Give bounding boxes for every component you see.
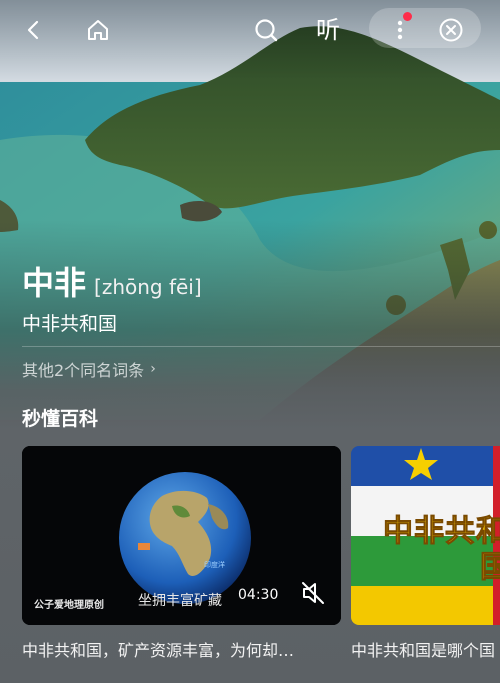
homonyms-label: 其他2个同名词条 <box>22 361 145 380</box>
flag-overlay-text-2: 国 <box>480 550 500 586</box>
video-title[interactable]: 中非共和国，矿产资源丰富，为何却… <box>22 637 294 661</box>
back-button[interactable] <box>18 14 50 46</box>
entry-headword: 中非 <box>22 264 87 302</box>
home-icon <box>88 20 108 40</box>
entry-subtitle: 中非共和国 <box>22 313 118 335</box>
svg-text:印度洋: 印度洋 <box>204 560 225 569</box>
top-bar: 听 <box>0 0 500 60</box>
video-title[interactable]: 中非共和国是哪个国 <box>351 637 495 661</box>
search-button[interactable] <box>250 14 282 46</box>
video-watermark: 公子爱地理原创 <box>34 600 104 611</box>
notification-dot <box>403 12 412 21</box>
close-button[interactable] <box>435 14 467 46</box>
entry-pinyin: [zhōng fēi] <box>94 275 202 299</box>
close-circle-icon <box>439 18 463 42</box>
video-duration: 04:30 <box>238 587 279 603</box>
mute-button[interactable] <box>300 580 326 606</box>
chevron-right-icon: › <box>150 361 156 377</box>
home-button[interactable] <box>82 14 114 46</box>
chevron-left-icon <box>27 20 39 40</box>
homonyms-link[interactable]: 其他2个同名词条 › <box>22 357 156 381</box>
mute-icon <box>302 582 324 604</box>
listen-button[interactable]: 听 <box>316 14 340 46</box>
section-title: 秒懂百科 <box>22 408 99 430</box>
video-caption: 坐拥丰富矿藏 <box>138 593 222 609</box>
entry-title: 中非 [zhōng fēi] <box>22 258 202 304</box>
video-card[interactable]: 中非共和 国 <box>351 446 500 625</box>
divider <box>22 346 500 347</box>
search-icon <box>255 19 278 42</box>
video-card[interactable]: 印度洋 公子爱地理原创 坐拥丰富矿藏 04:30 <box>22 446 341 625</box>
more-vertical-icon <box>397 20 403 40</box>
